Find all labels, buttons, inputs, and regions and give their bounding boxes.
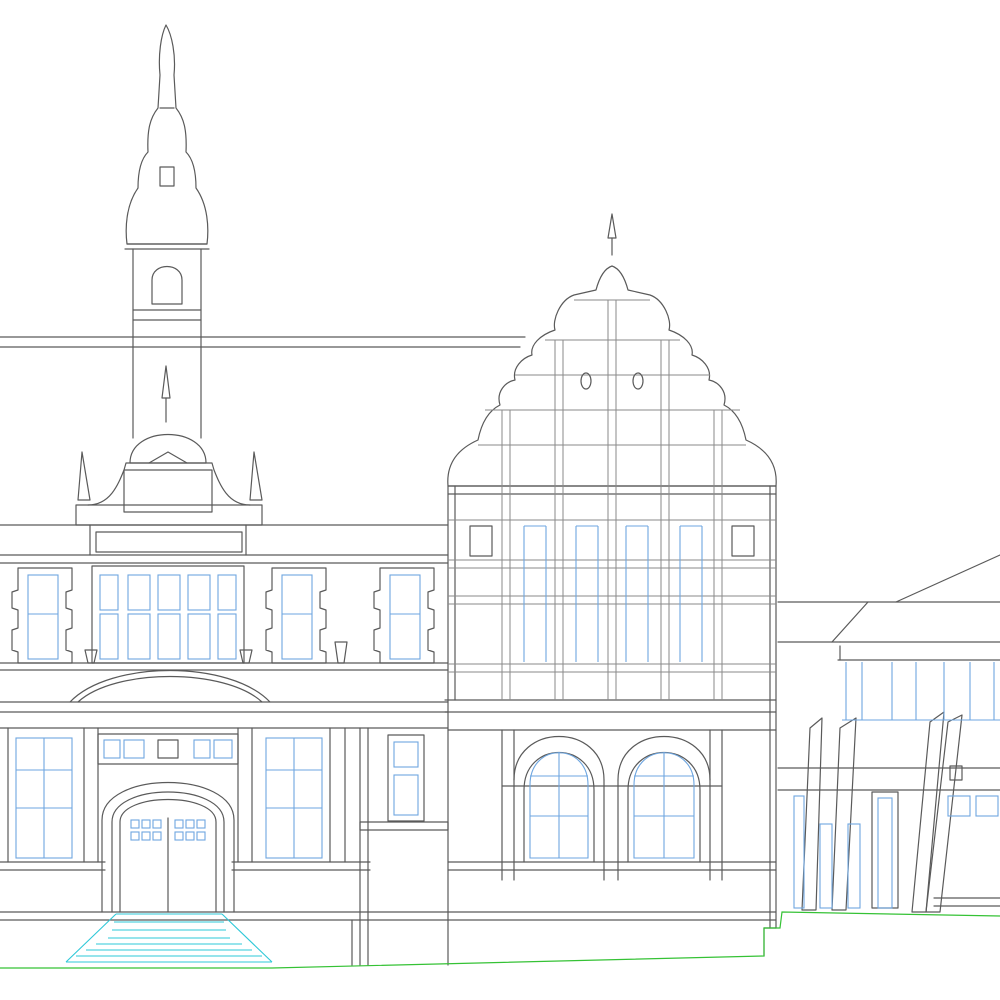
plinth: [351, 919, 777, 966]
gable-tower: [444, 213, 777, 966]
entrance-gable: [75, 365, 263, 556]
building-elevation-drawing: [0, 24, 1000, 969]
modern-extension: [777, 554, 1000, 913]
left-wing-upper: [0, 524, 449, 671]
entrance-doorway: [97, 733, 239, 913]
entrance-steps: [65, 913, 273, 963]
modern-extension-glazing: [793, 662, 1000, 909]
upper-windows: [27, 574, 421, 660]
main-roof: [0, 336, 526, 348]
gable-tower-windows: [523, 525, 703, 859]
